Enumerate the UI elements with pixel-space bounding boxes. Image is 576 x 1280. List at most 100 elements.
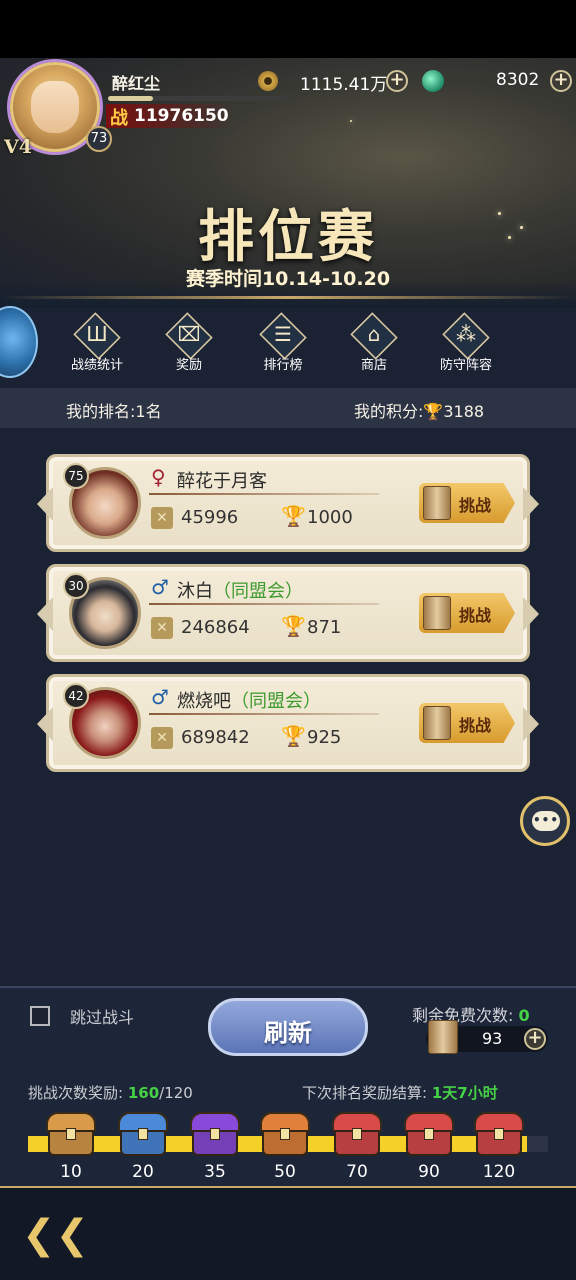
- menu-label: 防守阵容: [439, 358, 492, 373]
- chest-threshold: 90: [418, 1162, 440, 1182]
- chest-lock: [210, 1128, 220, 1140]
- combat-power: 战 11976150: [106, 104, 236, 129]
- challenge-button[interactable]: 挑战: [419, 593, 515, 633]
- challenge-label: 挑战: [459, 606, 492, 625]
- menu-shop[interactable]: ⌂ 商店: [339, 312, 409, 374]
- scroll-icon: [428, 1020, 458, 1054]
- add-jade-button[interactable]: +: [550, 70, 572, 92]
- opponent-guild: （同盟会）: [231, 691, 321, 712]
- avatar-portrait: [31, 81, 79, 133]
- power-icon: ✕: [151, 507, 173, 529]
- reward-chest[interactable]: [472, 1112, 526, 1160]
- leaderboard-glyph: ☰: [274, 322, 292, 346]
- chest-lock: [424, 1128, 434, 1140]
- male-icon: ♂: [151, 575, 169, 599]
- settle-time: 1天7小时: [431, 1084, 498, 1102]
- opponent-score: 871: [307, 617, 342, 638]
- opponent-name: 醉花于月客: [177, 467, 267, 493]
- trophy-icon: 🏆: [281, 504, 306, 528]
- opponent-power: 45996: [181, 507, 239, 528]
- opponent-score: 925: [307, 727, 342, 748]
- scroll-icon: [423, 486, 451, 520]
- season-dates: 赛季时间10.14-10.20: [185, 268, 391, 290]
- reward-chest[interactable]: [116, 1112, 170, 1160]
- refresh-button[interactable]: 刷新: [208, 998, 368, 1056]
- progress-label: 挑战次数奖励:: [28, 1084, 124, 1102]
- page-title: 排位赛: [198, 204, 378, 270]
- arena-screen: V4 73 醉红尘 战 11976150 1115.41万 + 8302 + 排…: [0, 0, 576, 1280]
- power-value: 11976150: [134, 106, 229, 126]
- add-tickets-button[interactable]: +: [524, 1028, 546, 1050]
- challenge-label: 挑战: [459, 716, 492, 735]
- divider: [149, 493, 379, 495]
- copper-coin-icon: [258, 71, 278, 91]
- chest-lock: [66, 1128, 76, 1140]
- reward-chest[interactable]: [402, 1112, 456, 1160]
- opponent-score: 1000: [307, 507, 353, 528]
- male-icon: ♂: [151, 685, 169, 709]
- opponent-card: 30 ♂ 沐白（同盟会） ✕ 246864 🏆 871 挑战: [46, 564, 530, 662]
- challenge-button[interactable]: 挑战: [419, 703, 515, 743]
- free-attempts-count: 0: [518, 1006, 530, 1025]
- chat-icon: •••: [532, 811, 560, 831]
- opponent-level: 75: [63, 463, 89, 489]
- add-coins-button[interactable]: +: [386, 70, 408, 92]
- challenge-progress: 挑战次数奖励: 160/120: [28, 1082, 193, 1103]
- coin-amount: 1115.41万: [300, 75, 388, 95]
- chest-lock: [280, 1128, 290, 1140]
- challenge-button[interactable]: 挑战: [419, 483, 515, 523]
- reward-chest[interactable]: [258, 1112, 312, 1160]
- ticket-count: 93: [482, 1029, 503, 1048]
- side-activity-icon[interactable]: [0, 306, 38, 378]
- skip-battle-checkbox[interactable]: [30, 1006, 50, 1026]
- opponent-card: 75 ♀ 醉花于月客 ✕ 45996 🏆 1000 挑战: [46, 454, 530, 552]
- challenge-label: 挑战: [459, 496, 492, 515]
- shop-glyph: ⌂: [367, 322, 381, 346]
- my-rank: 我的排名:1名: [66, 402, 162, 421]
- opponent-name: 燃烧吧（同盟会）: [177, 687, 321, 713]
- chest-threshold: 70: [346, 1162, 368, 1182]
- opponent-name-text: 醉花于月客: [177, 471, 267, 492]
- menu-defense[interactable]: ⁂ 防守阵容: [431, 312, 501, 374]
- trophy-icon: 🏆: [281, 614, 306, 638]
- jade-amount: 8302: [496, 70, 540, 90]
- settle-label: 下次排名奖励结算:: [302, 1084, 428, 1102]
- my-rank-bar: 我的排名:1名 我的积分:🏆3188: [0, 388, 576, 428]
- chest-threshold: 35: [204, 1162, 226, 1182]
- reward-chest[interactable]: [44, 1112, 98, 1160]
- my-score-label: 我的积分:: [354, 402, 424, 421]
- scroll-icon: [423, 706, 451, 740]
- exp-bar: [108, 96, 288, 101]
- menu-rewards[interactable]: ⌧ 奖励: [154, 312, 224, 374]
- player-level-badge: 73: [86, 126, 112, 152]
- jade-icon: [422, 70, 444, 92]
- exp-fill: [108, 96, 153, 101]
- chest-lock: [138, 1128, 148, 1140]
- menu-label: 商店: [360, 358, 387, 373]
- power-icon: ✕: [151, 617, 173, 639]
- refresh-label: 刷新: [264, 1019, 312, 1047]
- chest-lock: [352, 1128, 362, 1140]
- reward-chest[interactable]: [188, 1112, 242, 1160]
- settlement-timer: 下次排名奖励结算: 1天7小时: [302, 1082, 498, 1103]
- menu-label: 战绩统计: [70, 358, 123, 373]
- menu-stats[interactable]: Ш 战绩统计: [62, 312, 132, 374]
- opponent-level: 30: [63, 573, 89, 599]
- opponent-level: 42: [63, 683, 89, 709]
- opponent-name-text: 燃烧吧: [177, 691, 231, 712]
- chest-threshold: 50: [274, 1162, 296, 1182]
- chest-threshold: 10: [60, 1162, 82, 1182]
- menu-leaderboard[interactable]: ☰ 排行榜: [248, 312, 318, 374]
- scroll-icon: [423, 596, 451, 630]
- reward-chest[interactable]: [330, 1112, 384, 1160]
- opponent-name: 沐白（同盟会）: [177, 577, 303, 603]
- back-button[interactable]: ❮❮: [22, 1212, 89, 1258]
- back-arrow-icon: ❮❮: [22, 1212, 90, 1258]
- my-score: 我的积分:🏆3188: [354, 398, 484, 422]
- my-score-value: 3188: [443, 402, 485, 421]
- menu-label: 奖励: [175, 358, 202, 373]
- chat-button[interactable]: •••: [520, 796, 570, 846]
- chest-threshold: 20: [132, 1162, 154, 1182]
- progress-total: /120: [159, 1084, 193, 1102]
- vip-badge[interactable]: V4: [4, 136, 54, 162]
